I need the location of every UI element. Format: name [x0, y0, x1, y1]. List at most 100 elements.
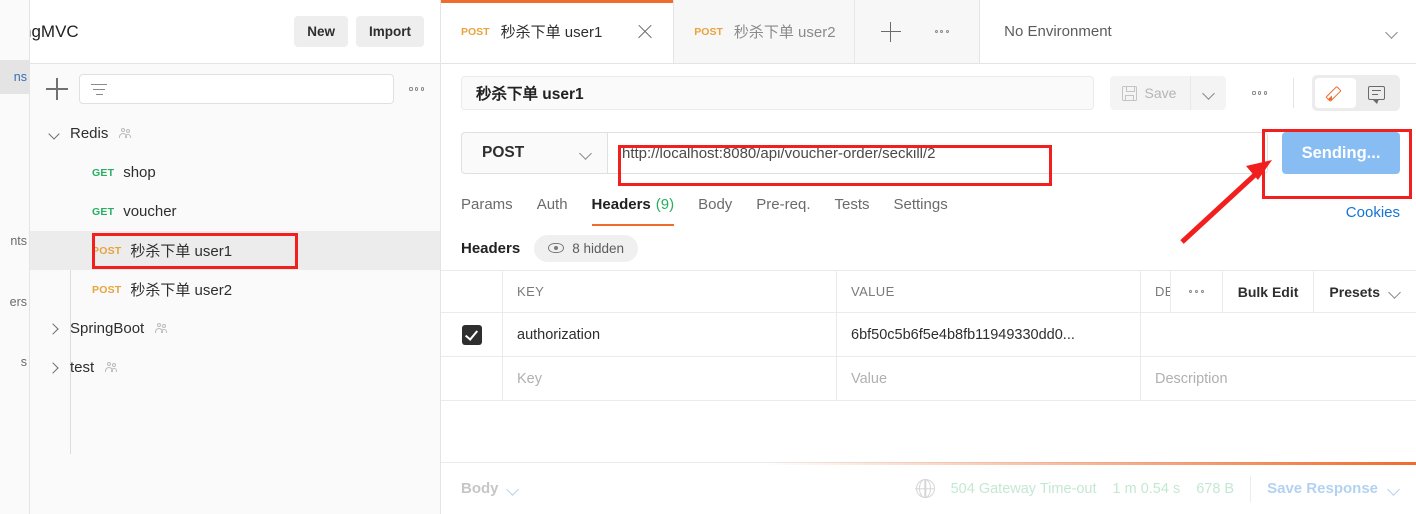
chevron-down-icon: [1385, 25, 1398, 38]
row-checkbox-cell[interactable]: [441, 313, 503, 356]
tree-request-seckill-user2[interactable]: POST 秒杀下单 user2: [30, 270, 440, 309]
tab-pre-request[interactable]: Pre-req.: [756, 184, 810, 226]
main-pane: POST 秒杀下单 user1 POST 秒杀下单 user2 No Envir…: [441, 0, 1416, 514]
response-footer: Body 504 Gateway Time-out 1 m 0.54 s 678…: [441, 462, 1416, 514]
headers-subbar: Headers 8 hidden: [441, 226, 1416, 270]
filter-input[interactable]: [79, 74, 395, 104]
request-title-row: 秒杀下单 user1 Save: [441, 64, 1416, 122]
loading-progress-bar: [441, 462, 1416, 465]
workspace-title: ngMVC: [22, 21, 79, 41]
rail-item-environments[interactable]: nts: [0, 224, 29, 258]
rail-item-mock-servers[interactable]: ers: [0, 285, 29, 319]
tab-seckill-user1[interactable]: POST 秒杀下单 user1: [441, 0, 675, 63]
tab-body[interactable]: Body: [698, 184, 732, 226]
method-selector[interactable]: POST: [461, 132, 607, 174]
send-button[interactable]: Sending...: [1282, 132, 1400, 174]
rail-item-history[interactable]: s: [0, 345, 29, 379]
checkbox-checked-icon[interactable]: [461, 324, 482, 345]
method-selector-label: POST: [482, 144, 525, 161]
hidden-headers-toggle[interactable]: 8 hidden: [534, 234, 639, 262]
response-size: 678 B: [1196, 480, 1235, 497]
tab-actions: [854, 0, 981, 63]
tab-settings[interactable]: Settings: [894, 184, 948, 226]
tab-seckill-user2-label: 秒杀下单 user2: [733, 24, 836, 41]
request-name-input[interactable]: 秒杀下单 user1: [461, 76, 1094, 110]
column-header-value: VALUE: [837, 271, 1141, 312]
send-button-wrap: Sending...: [1282, 132, 1400, 174]
add-icon[interactable]: [46, 78, 68, 100]
empty-row-checkbox-cell[interactable]: [441, 357, 503, 400]
new-tab-icon[interactable]: [880, 21, 901, 42]
presets-button[interactable]: Presets: [1313, 270, 1416, 313]
chevron-down-icon: [507, 482, 520, 495]
tree-folder-test-label: test: [70, 359, 95, 376]
tab-params[interactable]: Params: [461, 184, 513, 226]
table-filler: [441, 400, 1416, 462]
shared-team-icon: [102, 361, 117, 374]
empty-row-key-placeholder: Key: [517, 370, 542, 387]
tree-request-seckill-user1[interactable]: POST 秒杀下单 user1: [30, 231, 440, 270]
shared-team-icon: [152, 322, 167, 335]
tree-folder-springboot[interactable]: SpringBoot: [30, 309, 440, 348]
request-more-icon[interactable]: [1248, 87, 1271, 98]
empty-row-description-cell[interactable]: Description: [1141, 357, 1416, 400]
headers-label: Headers: [461, 239, 521, 257]
tab-auth[interactable]: Auth: [537, 184, 568, 226]
chevron-down-icon: [1202, 87, 1215, 100]
save-button-group: Save: [1109, 76, 1227, 110]
table-header-actions: Bulk Edit Presets: [1170, 270, 1416, 313]
comment-button[interactable]: [1356, 78, 1397, 108]
tab-headers-label: Headers: [591, 195, 651, 213]
pencil-icon: [1327, 85, 1344, 102]
save-options-button[interactable]: [1190, 76, 1227, 110]
url-input-value: http://localhost:8080/api/voucher-order/…: [622, 144, 936, 162]
close-icon[interactable]: [635, 22, 655, 42]
sidebar-more-icon[interactable]: [405, 83, 428, 94]
response-body-toggle[interactable]: Body: [461, 480, 520, 497]
tab-more-icon[interactable]: [931, 26, 954, 37]
tab-seckill-user2[interactable]: POST 秒杀下单 user2: [674, 0, 855, 63]
row-description-cell[interactable]: [1141, 313, 1416, 356]
row-value-cell[interactable]: 6bf50c5b6f5e4b8fb11949330dd0...: [837, 313, 1141, 356]
chevron-down-icon: [1388, 285, 1401, 298]
import-button[interactable]: Import: [356, 16, 424, 47]
save-button[interactable]: Save: [1109, 76, 1191, 110]
chevron-down-icon: [1387, 482, 1400, 495]
rail-item-collections[interactable]: ns: [0, 60, 29, 94]
tree-request-shop[interactable]: GET shop: [30, 153, 440, 192]
table-more-icon[interactable]: [1170, 270, 1222, 313]
tree-folder-redis[interactable]: Redis: [30, 114, 440, 153]
empty-row-value-cell[interactable]: Value: [837, 357, 1141, 400]
new-button[interactable]: New: [294, 16, 348, 47]
bulk-edit-button[interactable]: Bulk Edit: [1221, 270, 1314, 313]
empty-row-description-placeholder: Description: [1155, 370, 1228, 387]
column-header-value-label: VALUE: [851, 284, 895, 299]
chevron-right-icon: [46, 360, 62, 376]
environment-selector[interactable]: No Environment: [980, 0, 1416, 63]
tree-request-voucher[interactable]: GET voucher: [30, 192, 440, 231]
empty-row-key-cell[interactable]: Key: [503, 357, 837, 400]
save-button-label: Save: [1144, 85, 1177, 101]
row-key-cell[interactable]: authorization: [503, 313, 837, 356]
table-more-dots: [1185, 286, 1208, 297]
view-mode-group: [1312, 75, 1400, 111]
save-response-button[interactable]: Save Response: [1267, 480, 1400, 497]
tree-folder-test[interactable]: test: [30, 348, 440, 387]
postman-window: ns nts ers s ngMVC New Import Redis GET …: [0, 0, 1416, 514]
edit-mode-button[interactable]: [1315, 78, 1356, 108]
chevron-down-icon: [579, 147, 592, 160]
response-time: 1 m 0.54 s: [1112, 480, 1181, 497]
method-badge: GET: [92, 205, 115, 218]
table-row: authorization 6bf50c5b6f5e4b8fb11949330d…: [441, 312, 1416, 356]
tree-request-seckill-user2-label: 秒杀下单 user2: [130, 282, 233, 299]
cookies-link[interactable]: Cookies: [1346, 204, 1400, 226]
tab-headers[interactable]: Headers (9): [591, 184, 674, 226]
tab-seckill-user1-label: 秒杀下单 user1: [500, 24, 603, 41]
url-input[interactable]: http://localhost:8080/api/voucher-order/…: [607, 132, 1268, 174]
empty-row-value-placeholder: Value: [851, 370, 888, 387]
tab-tests[interactable]: Tests: [834, 184, 869, 226]
row-key-value: authorization: [517, 326, 601, 343]
tree-request-voucher-label: voucher: [123, 203, 177, 220]
chevron-right-icon: [46, 321, 62, 337]
tree-folder-springboot-label: SpringBoot: [70, 320, 145, 337]
